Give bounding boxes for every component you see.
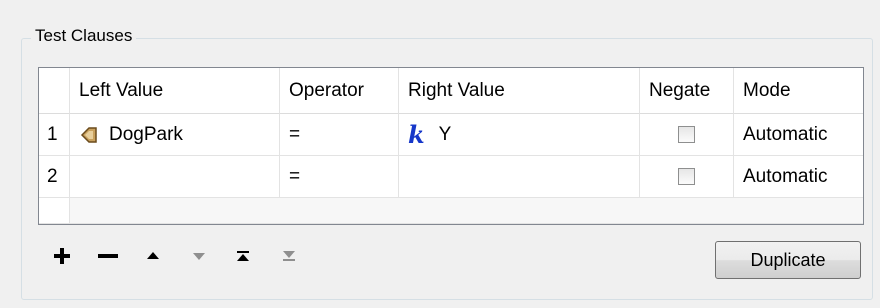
negate-cell [640, 156, 734, 198]
mode-cell[interactable]: Automatic [734, 156, 863, 198]
remove-button[interactable] [96, 244, 120, 268]
header-corner [39, 68, 70, 114]
group-title: Test Clauses [31, 26, 137, 46]
move-bottom-icon [283, 251, 295, 261]
table-row[interactable]: 2 = Automatic [39, 156, 863, 198]
string-value-icon: k [408, 119, 425, 149]
move-top-button[interactable] [231, 244, 255, 268]
empty-row [39, 198, 863, 224]
empty-cell [39, 198, 70, 224]
header-operator[interactable]: Operator [280, 68, 399, 114]
negate-checkbox[interactable] [678, 126, 695, 143]
left-value-cell[interactable] [70, 156, 280, 198]
left-value-text: DogPark [109, 123, 183, 145]
right-value-text: Y [438, 123, 452, 145]
move-down-button[interactable] [187, 244, 211, 268]
empty-cell [70, 198, 863, 224]
move-bottom-button[interactable] [277, 244, 301, 268]
right-value-cell[interactable]: k Y [399, 114, 640, 156]
table-header: Left Value Operator Right Value Negate M… [39, 68, 863, 114]
row-number: 1 [39, 114, 70, 156]
add-icon [54, 248, 70, 264]
negate-cell [640, 114, 734, 156]
mode-cell[interactable]: Automatic [734, 114, 863, 156]
move-top-icon [237, 251, 249, 261]
right-value-cell[interactable] [399, 156, 640, 198]
left-value-cell[interactable]: DogPark [70, 114, 280, 156]
negate-checkbox[interactable] [678, 168, 695, 185]
operator-cell[interactable]: = [280, 114, 399, 156]
header-right-value[interactable]: Right Value [399, 68, 640, 114]
header-mode[interactable]: Mode [734, 68, 863, 114]
move-up-button[interactable] [141, 244, 165, 268]
table-row[interactable]: 1 DogPark = k Y Automatic [39, 114, 863, 156]
move-down-icon [193, 253, 205, 260]
row-number: 2 [39, 156, 70, 198]
duplicate-button[interactable]: Duplicate [715, 241, 861, 279]
add-button[interactable] [50, 244, 74, 268]
operator-cell[interactable]: = [280, 156, 399, 198]
feature-attribute-icon [80, 126, 97, 143]
header-left-value[interactable]: Left Value [70, 68, 280, 114]
remove-icon [98, 254, 118, 258]
move-up-icon [147, 252, 159, 259]
header-negate[interactable]: Negate [640, 68, 734, 114]
clauses-table: Left Value Operator Right Value Negate M… [38, 67, 864, 225]
